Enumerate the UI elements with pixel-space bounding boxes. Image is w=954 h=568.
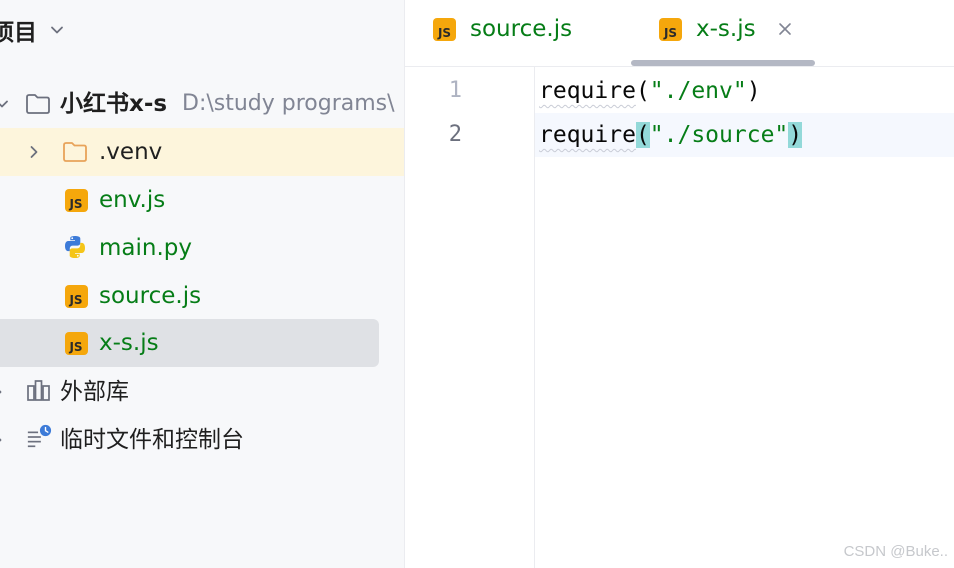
js-file-icon: JS (63, 187, 89, 213)
editor-area: JS source.js JS x-s.js 1 2 require("./en… (405, 0, 954, 568)
close-icon[interactable] (778, 22, 792, 36)
chevron-down-icon[interactable] (0, 96, 10, 112)
chevron-right-icon[interactable] (0, 432, 6, 448)
project-root-label: 小红书x-s (60, 91, 168, 117)
library-icon (27, 380, 50, 401)
tab-x-s-js[interactable]: JS x-s.js (659, 0, 792, 58)
code-line[interactable]: require("./env") (539, 69, 761, 113)
tree-item-source-js[interactable]: JS source.js (0, 272, 404, 320)
code-string: "./env" (649, 78, 747, 104)
code-paren-matched: ) (788, 122, 803, 148)
js-file-icon: JS (63, 330, 89, 356)
chevron-right-icon[interactable] (26, 144, 42, 160)
scratches-icon (27, 424, 52, 448)
tree-item-venv[interactable]: .venv (0, 128, 404, 176)
external-libraries-label: 外部库 (60, 379, 129, 405)
project-panel-title: 项目 (0, 20, 37, 46)
watermark: CSDN @Buke.. (843, 543, 948, 560)
code-string: "./source" (649, 122, 789, 148)
code-function: require (539, 122, 636, 148)
tree-item-env-js[interactable]: JS env.js (0, 176, 404, 224)
code-line[interactable]: require("./source") (539, 113, 803, 157)
editor-tab-bar: JS source.js JS x-s.js (405, 0, 954, 67)
active-tab-indicator (631, 60, 815, 66)
line-number: 2 (448, 122, 462, 147)
tree-item-main-py[interactable]: main.py (0, 224, 404, 272)
js-file-icon: JS (63, 283, 89, 309)
line-number-gutter[interactable]: 1 2 (405, 67, 535, 568)
env-js-label: env.js (99, 187, 166, 213)
folder-icon (63, 142, 87, 162)
chevron-down-icon[interactable] (49, 22, 65, 38)
scratches-label: 临时文件和控制台 (60, 427, 244, 453)
tree-item-external-libraries[interactable]: 外部库 (0, 368, 404, 416)
project-root-path: D:\study programs\ (182, 91, 395, 116)
tab-label: source.js (470, 16, 573, 42)
code-paren: ( (635, 78, 650, 104)
venv-label: .venv (99, 139, 163, 165)
js-file-icon: JS (659, 17, 682, 41)
tree-item-scratches[interactable]: 临时文件和控制台 (0, 416, 404, 464)
project-panel-header[interactable]: 项目 (0, 8, 65, 52)
python-file-icon (65, 236, 85, 258)
tab-label: x-s.js (696, 16, 756, 42)
folder-icon (26, 94, 50, 114)
code-paren-matched: ( (635, 122, 650, 148)
ide-window: 项目 小红书x-s D:\study programs\ .venv (0, 0, 954, 568)
line-number: 1 (448, 78, 462, 103)
project-panel: 项目 小红书x-s D:\study programs\ .venv (0, 0, 405, 568)
chevron-right-icon[interactable] (0, 384, 6, 400)
x-s-js-label: x-s.js (99, 330, 159, 356)
js-file-icon: JS (433, 17, 456, 41)
code-paren: ) (746, 78, 761, 104)
source-js-label: source.js (99, 283, 202, 309)
tree-item-x-s-js[interactable]: JS x-s.js (0, 319, 379, 367)
main-py-label: main.py (99, 235, 192, 261)
tree-item-project-root[interactable]: 小红书x-s D:\study programs\ (0, 80, 404, 128)
tab-source-js[interactable]: JS source.js (433, 0, 572, 58)
code-function: require (539, 78, 636, 104)
